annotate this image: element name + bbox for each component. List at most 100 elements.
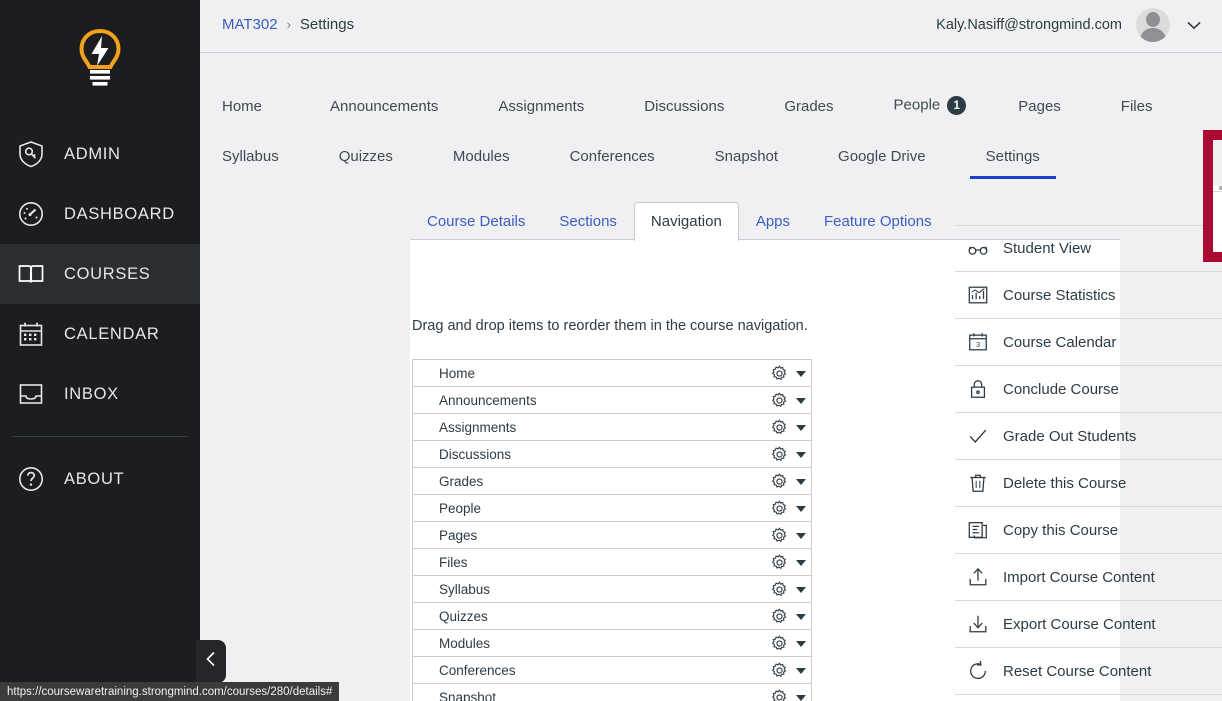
tab-navigation[interactable]: Navigation	[633, 202, 739, 241]
sidebar-item-admin[interactable]: ADMIN	[0, 124, 200, 184]
course-tab-grades[interactable]: Grades	[784, 98, 833, 129]
sidebar-item-inbox[interactable]: INBOX	[0, 364, 200, 424]
caret-down-icon[interactable]	[796, 451, 806, 458]
caret-down-icon[interactable]	[796, 505, 806, 512]
table-row[interactable]: Assignments	[412, 413, 812, 440]
sidebar-action-student-view[interactable]: Student View	[955, 225, 1222, 272]
tab-apps[interactable]: Apps	[739, 202, 807, 241]
gear-icon[interactable]	[771, 689, 788, 701]
table-row[interactable]: Snapshot	[412, 683, 812, 701]
breadcrumb-course-link[interactable]: MAT302	[222, 16, 278, 33]
caret-down-icon[interactable]	[796, 532, 806, 539]
trash-icon	[967, 472, 989, 494]
avatar[interactable]	[1136, 8, 1170, 42]
course-tab-home[interactable]: Home	[222, 98, 262, 129]
caret-down-icon[interactable]	[796, 613, 806, 620]
gear-icon[interactable]	[771, 554, 788, 571]
gear-icon[interactable]	[771, 473, 788, 490]
caret-down-icon[interactable]	[796, 397, 806, 404]
tab-course-details[interactable]: Course Details	[410, 202, 542, 241]
course-tab-settings[interactable]: Settings	[969, 148, 1056, 179]
table-row[interactable]: Grades	[412, 467, 812, 494]
row-actions	[771, 441, 806, 468]
user-menu[interactable]: Kaly.Nasiff@strongmind.com	[936, 8, 1204, 42]
gear-icon[interactable]	[771, 662, 788, 679]
row-actions	[771, 549, 806, 576]
shield-key-icon	[14, 137, 48, 171]
sidebar-item-dashboard[interactable]: DASHBOARD	[0, 184, 200, 244]
table-row[interactable]: Modules	[412, 629, 812, 656]
tab-sections[interactable]: Sections	[542, 202, 634, 241]
table-row[interactable]: Home	[412, 359, 812, 386]
course-tab-snapshot[interactable]: Snapshot	[715, 148, 778, 179]
course-tab-syllabus[interactable]: Syllabus	[222, 148, 279, 179]
caret-down-icon[interactable]	[796, 478, 806, 485]
gear-icon[interactable]	[771, 581, 788, 598]
table-row[interactable]: People	[412, 494, 812, 521]
course-tab-google-drive[interactable]: Google Drive	[838, 148, 926, 179]
caret-down-icon[interactable]	[796, 559, 806, 566]
caret-down-icon[interactable]	[796, 640, 806, 647]
bar-chart-icon	[967, 284, 989, 306]
sidebar-action-import-course-content[interactable]: Import Course Content	[955, 554, 1222, 601]
gear-icon[interactable]	[771, 500, 788, 517]
user-email-label: Kaly.Nasiff@strongmind.com	[936, 17, 1122, 33]
table-row[interactable]: Quizzes	[412, 602, 812, 629]
caret-down-icon[interactable]	[796, 667, 806, 674]
course-tab-assignments[interactable]: Assignments	[498, 98, 584, 129]
sidebar-item-about[interactable]: ABOUT	[0, 449, 200, 509]
table-row[interactable]: Announcements	[412, 386, 812, 413]
sidebar-action-course-calendar[interactable]: 3 Course Calendar	[955, 319, 1222, 366]
course-tab-quizzes[interactable]: Quizzes	[339, 148, 393, 179]
sidebar-action-reset-course-content[interactable]: Reset Course Content	[955, 648, 1222, 695]
course-tab-conferences[interactable]: Conferences	[570, 148, 655, 179]
gear-icon[interactable]	[771, 392, 788, 409]
sidebar-action-course-statistics[interactable]: Course Statistics	[955, 272, 1222, 319]
caret-down-icon[interactable]	[796, 424, 806, 431]
gear-icon[interactable]	[771, 527, 788, 544]
caret-down-icon[interactable]	[796, 586, 806, 593]
gear-icon[interactable]	[771, 608, 788, 625]
caret-down-icon[interactable]	[796, 370, 806, 377]
row-actions	[771, 630, 806, 657]
gear-icon[interactable]	[771, 419, 788, 436]
teacher-tools-dropdown: Teacher Tools Outcomes	[1213, 140, 1222, 252]
table-row[interactable]: Pages	[412, 521, 812, 548]
glasses-icon	[967, 238, 989, 260]
nav-item-label: Quizzes	[439, 608, 488, 624]
gear-icon[interactable]	[771, 365, 788, 382]
chevron-down-icon[interactable]	[1184, 15, 1204, 35]
nav-item-label: Announcements	[439, 392, 537, 408]
sidebar-item-calendar[interactable]: CALENDAR	[0, 304, 200, 364]
tab-feature-options[interactable]: Feature Options	[807, 202, 949, 241]
menu-item-outcomes[interactable]: Outcomes	[1213, 192, 1222, 229]
sidebar-action-label: Course Statistics	[1003, 286, 1116, 304]
teacher-tools-trigger[interactable]: Teacher Tools	[1213, 140, 1222, 186]
sidebar-action-delete-course[interactable]: Delete this Course	[955, 460, 1222, 507]
course-tab-announcements[interactable]: Announcements	[330, 98, 438, 129]
sidebar-action-conclude-course[interactable]: Conclude Course	[955, 366, 1222, 413]
book-icon	[14, 257, 48, 291]
course-tab-modules[interactable]: Modules	[453, 148, 510, 179]
row-actions	[771, 414, 806, 441]
gear-icon[interactable]	[771, 635, 788, 652]
caret-down-icon[interactable]	[796, 694, 806, 701]
table-row[interactable]: Discussions	[412, 440, 812, 467]
gear-icon[interactable]	[771, 446, 788, 463]
course-tab-files[interactable]: Files	[1121, 98, 1153, 129]
course-tab-people[interactable]: People 1	[894, 96, 967, 129]
sidebar-action-copy-course[interactable]: Copy this Course	[955, 507, 1222, 554]
status-bar-url: https://coursewaretraining.strongmind.co…	[7, 685, 333, 698]
breadcrumb: MAT302 › Settings	[222, 16, 354, 33]
table-row[interactable]: Conferences	[412, 656, 812, 683]
course-tab-discussions[interactable]: Discussions	[644, 98, 724, 129]
sidebar-action-export-course-content[interactable]: Export Course Content	[955, 601, 1222, 648]
sidebar-action-grade-out-students[interactable]: Grade Out Students	[955, 413, 1222, 460]
table-row[interactable]: Syllabus	[412, 575, 812, 602]
table-row[interactable]: Files	[412, 548, 812, 575]
sidebar-collapse-handle[interactable]	[196, 640, 226, 683]
teacher-tools-menu: Outcomes	[1213, 192, 1222, 252]
logo-container[interactable]	[0, 0, 200, 118]
course-tab-pages[interactable]: Pages	[1018, 98, 1061, 129]
sidebar-item-courses[interactable]: COURSES	[0, 244, 200, 304]
